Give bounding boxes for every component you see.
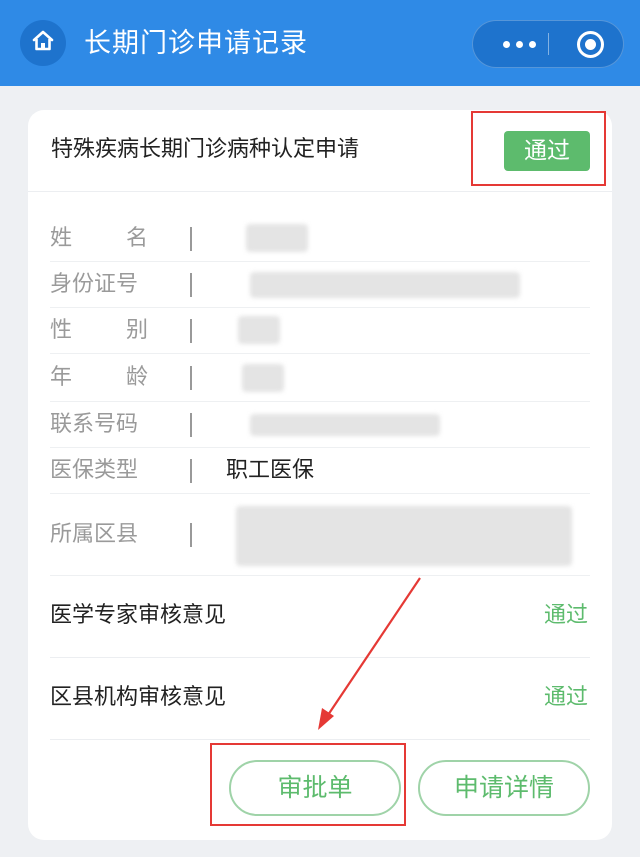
annotation-arrow	[318, 577, 421, 730]
